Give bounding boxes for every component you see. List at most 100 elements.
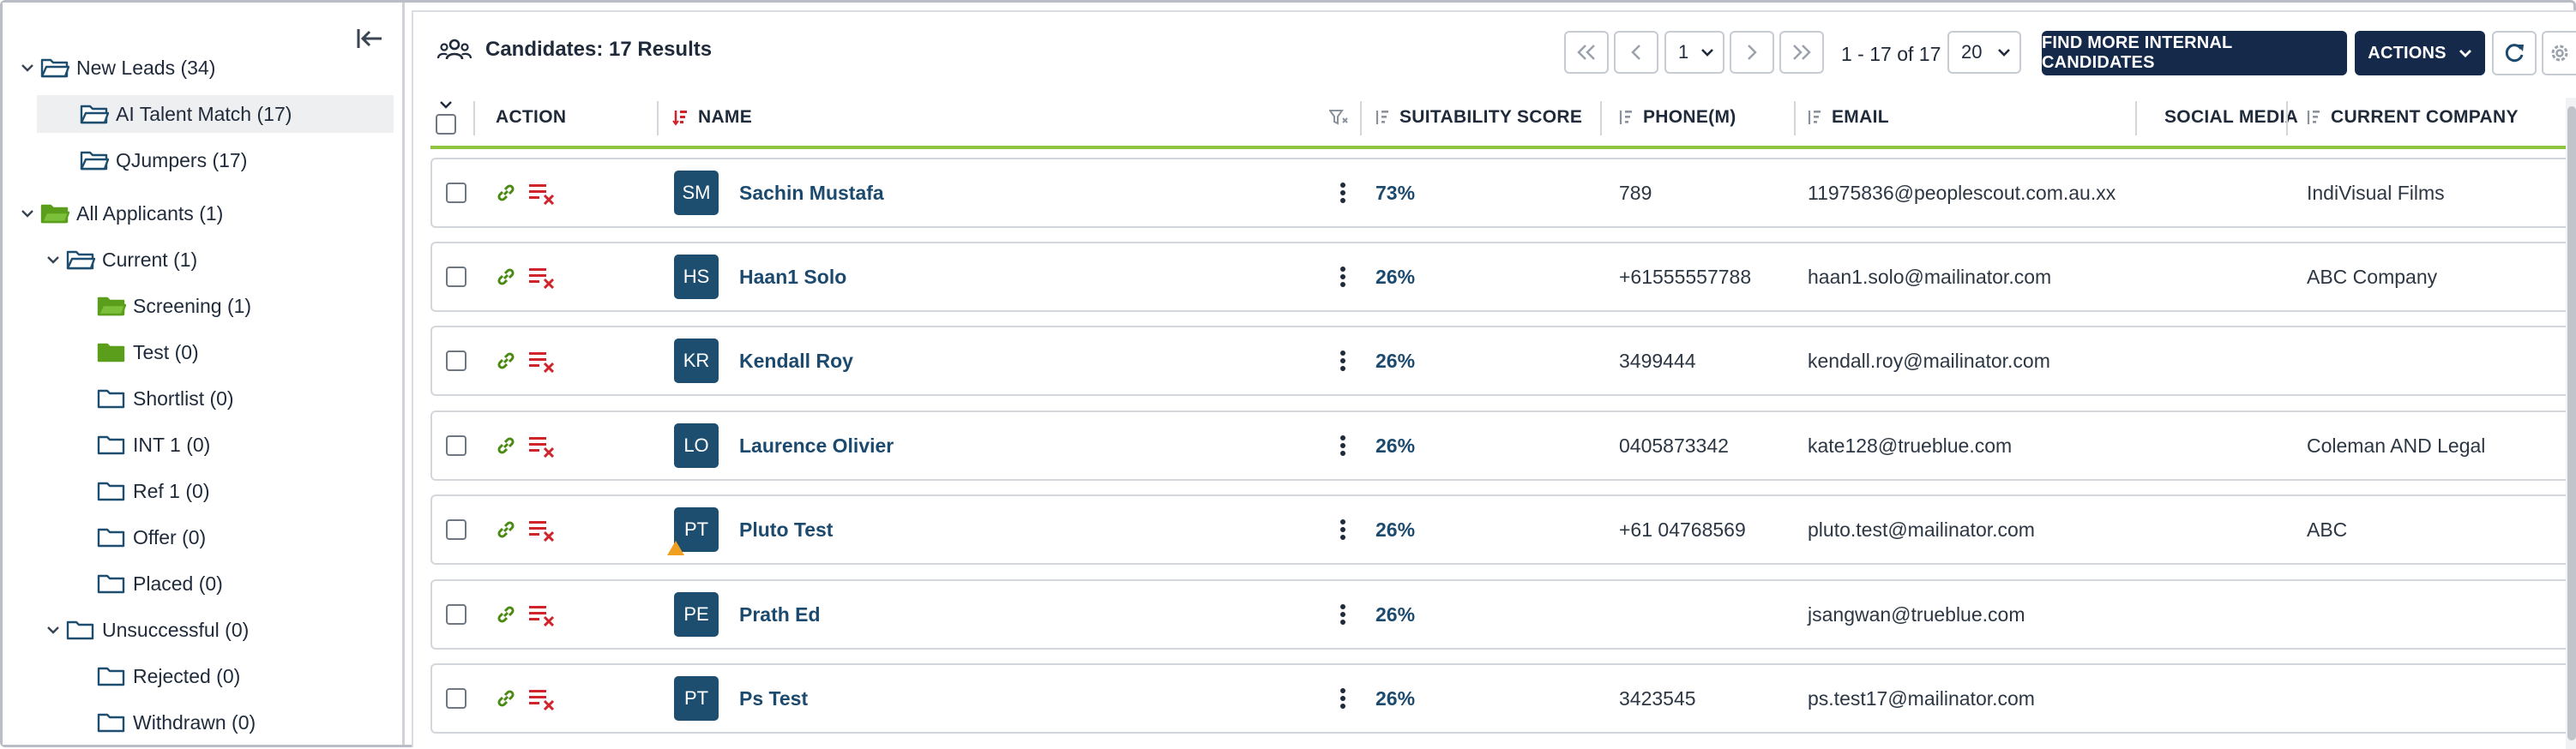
email-column-header[interactable]: EMAIL [1806, 89, 1889, 146]
avatar-initials: KR [683, 350, 710, 371]
phone-column-header[interactable]: PHONE(M) [1617, 89, 1736, 146]
phone-value: 3423545 [1619, 686, 1696, 710]
link-icon[interactable] [496, 183, 516, 203]
tree-item[interactable]: New Leads (34) [15, 49, 215, 87]
last-page-button[interactable] [1779, 31, 1824, 74]
remove-list-icon[interactable] [528, 265, 556, 289]
chevron-down-icon[interactable] [40, 255, 66, 265]
table-row[interactable]: HS Haan1 Solo 26% +61555557788 haan1.solo@ma… [430, 242, 2571, 312]
row-checkbox[interactable] [446, 688, 466, 709]
page-select[interactable]: 1 [1664, 31, 1724, 74]
tree-item[interactable]: Current (1) [40, 241, 197, 279]
tree-item[interactable]: AI Talent Match (17) [37, 95, 394, 133]
table-row[interactable]: PT Ps Test 26% 3423545 ps.test17@mailinator.… [430, 663, 2571, 734]
chevron-down-icon[interactable] [15, 208, 40, 219]
actions-button[interactable]: ACTIONS [2355, 31, 2485, 75]
link-icon[interactable] [496, 435, 516, 456]
link-icon[interactable] [496, 604, 516, 625]
tree-item[interactable]: Withdrawn (0) [71, 704, 256, 741]
row-checkbox[interactable] [446, 519, 466, 540]
name-column-header[interactable]: NAME [672, 89, 752, 146]
kebab-menu-icon[interactable] [1339, 181, 1346, 205]
kebab-menu-icon[interactable] [1339, 602, 1346, 626]
find-more-candidates-button[interactable]: FIND MORE INTERNAL CANDIDATES [2042, 31, 2347, 75]
link-icon[interactable] [496, 351, 516, 371]
chevron-down-icon[interactable] [15, 63, 40, 73]
suitability-score: 26% [1375, 518, 1416, 541]
table-row[interactable]: PT Pluto Test 26% +61 04768569 pluto.test@ma… [430, 494, 2571, 565]
link-icon[interactable] [496, 267, 516, 287]
tree-item[interactable]: Shortlist (0) [71, 380, 234, 417]
avatar[interactable]: PT [667, 507, 719, 555]
tree-item[interactable]: Rejected (0) [71, 657, 240, 695]
first-page-button[interactable] [1564, 31, 1609, 74]
company-column-header[interactable]: CURRENT COMPANY [2305, 89, 2519, 146]
remove-list-icon[interactable] [528, 349, 556, 373]
row-checkbox[interactable] [446, 351, 466, 371]
remove-list-icon[interactable] [528, 602, 556, 626]
email-header-label: EMAIL [1832, 107, 1889, 127]
avatar[interactable]: KR [674, 339, 719, 383]
kebab-menu-icon[interactable] [1339, 265, 1346, 289]
row-checkbox[interactable] [446, 267, 466, 287]
chevron-down-icon[interactable] [439, 100, 453, 109]
tree-item[interactable]: All Applicants (1) [15, 195, 223, 232]
link-icon[interactable] [496, 519, 516, 540]
row-checkbox[interactable] [446, 604, 466, 625]
refresh-button[interactable] [2492, 31, 2537, 75]
avatar[interactable]: PE [674, 592, 719, 637]
table-row[interactable]: SM Sachin Mustafa 73% 789 11975836@peoplesco… [430, 158, 2571, 228]
tree-item[interactable]: Placed (0) [71, 565, 223, 602]
tree-item[interactable]: Ref 1 (0) [71, 472, 209, 510]
tree-item[interactable]: QJumpers (17) [54, 141, 247, 179]
candidate-name-link[interactable]: Prath Ed [739, 603, 821, 626]
name-filter[interactable] [1329, 89, 1348, 146]
social-header-label: SOCIAL MEDIA [2164, 107, 2299, 127]
avatar[interactable]: SM [674, 171, 719, 215]
avatar[interactable]: LO [674, 423, 719, 468]
collapse-sidebar-button[interactable] [352, 21, 387, 56]
avatar[interactable]: PT [674, 676, 719, 721]
settings-button[interactable] [2542, 31, 2576, 75]
tree-item[interactable]: INT 1 (0) [71, 426, 210, 464]
candidate-name-link[interactable]: Kendall Roy [739, 350, 853, 373]
candidate-name-link[interactable]: Ps Test [739, 687, 808, 710]
next-page-button[interactable] [1730, 31, 1774, 74]
link-icon[interactable] [496, 688, 516, 709]
tree-item[interactable]: Test (0) [71, 333, 199, 371]
folder-icon [40, 58, 69, 78]
candidate-name-link[interactable]: Sachin Mustafa [739, 182, 884, 205]
vertical-scrollbar[interactable] [2566, 98, 2576, 749]
page-size-value: 20 [1961, 41, 1983, 63]
chevron-down-icon [1701, 49, 1713, 57]
kebab-menu-icon[interactable] [1339, 349, 1346, 373]
kebab-menu-icon[interactable] [1339, 518, 1346, 542]
tree-item[interactable]: Screening (1) [71, 287, 251, 325]
folder-icon [97, 435, 125, 455]
select-all-checkbox[interactable] [436, 114, 456, 135]
row-checkbox[interactable] [446, 183, 466, 203]
row-checkbox[interactable] [446, 435, 466, 456]
page-size-select[interactable]: 20 [1947, 31, 2021, 74]
tree-item[interactable]: Unsuccessful (0) [40, 611, 249, 649]
remove-list-icon[interactable] [528, 181, 556, 205]
suitability-column-header[interactable]: SUITABILITY SCORE [1374, 89, 1582, 146]
sort-icon [2307, 111, 2320, 124]
phone-header-label: PHONE(M) [1643, 107, 1736, 127]
candidate-name-link[interactable]: Haan1 Solo [739, 266, 846, 289]
avatar[interactable]: HS [674, 255, 719, 299]
kebab-menu-icon[interactable] [1339, 434, 1346, 458]
candidate-name-link[interactable]: Laurence Olivier [739, 434, 894, 458]
candidate-name-link[interactable]: Pluto Test [739, 518, 833, 542]
chevron-down-icon[interactable] [40, 625, 66, 635]
table-row[interactable]: PE Prath Ed 26% jsangwan@trueblue.com [430, 579, 2571, 650]
remove-list-icon[interactable] [528, 518, 556, 542]
table-row[interactable]: KR Kendall Roy 26% 3499444 kendall.roy@maili… [430, 326, 2571, 396]
kebab-menu-icon[interactable] [1339, 686, 1346, 710]
scrollbar-thumb[interactable] [2567, 106, 2576, 740]
tree-item[interactable]: Offer (0) [71, 518, 206, 556]
table-row[interactable]: LO Laurence Olivier 26% 0405873342 kate128@t… [430, 410, 2571, 481]
remove-list-icon[interactable] [528, 434, 556, 458]
prev-page-button[interactable] [1614, 31, 1658, 74]
remove-list-icon[interactable] [528, 686, 556, 710]
